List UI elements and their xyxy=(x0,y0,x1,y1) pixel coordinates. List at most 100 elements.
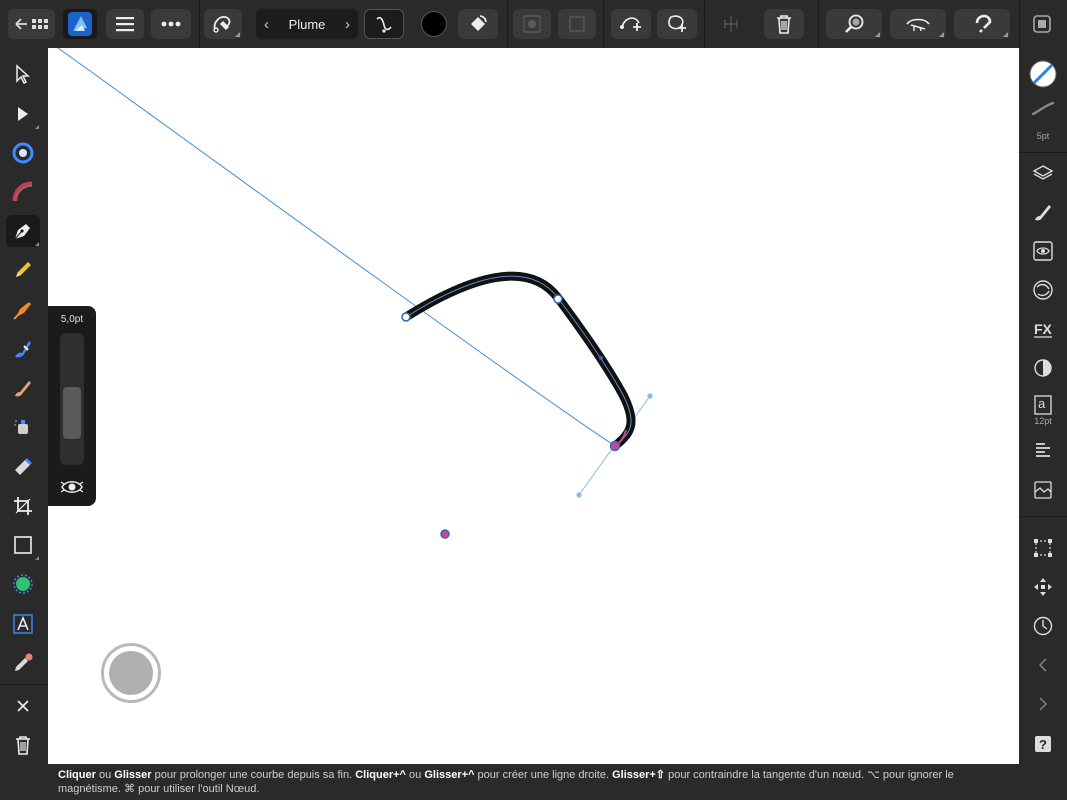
end-node[interactable] xyxy=(609,440,621,452)
start-node[interactable] xyxy=(401,312,411,322)
crop-tool[interactable] xyxy=(6,490,40,522)
pen-mode-icon xyxy=(213,16,231,33)
effects-button[interactable]: FX xyxy=(1027,314,1059,344)
curve-preview xyxy=(57,48,616,447)
view-mode-button[interactable] xyxy=(890,9,946,39)
collapse-right-button[interactable] xyxy=(1027,689,1059,719)
rectangle-tool[interactable] xyxy=(6,529,40,561)
brushes-button[interactable] xyxy=(1027,197,1059,227)
move-panel-button[interactable] xyxy=(1027,572,1059,602)
tangent-handle-end[interactable] xyxy=(647,393,653,399)
help-button[interactable]: ? xyxy=(1027,729,1059,759)
align-button[interactable] xyxy=(712,9,750,39)
stroke-width-slider[interactable] xyxy=(60,333,84,465)
corner-tool[interactable] xyxy=(6,137,40,169)
character-glyph: a xyxy=(1038,396,1046,411)
layers-button[interactable] xyxy=(1027,158,1059,188)
hint-text-4: pour créer une ligne droite. xyxy=(474,769,613,781)
hint-drag: Glisser xyxy=(114,769,152,781)
symbols-button[interactable] xyxy=(1027,275,1059,305)
fill-button[interactable] xyxy=(458,9,498,39)
share-button[interactable] xyxy=(1032,14,1052,39)
collapse-left-icon xyxy=(1039,658,1047,672)
fill-color-swatch[interactable] xyxy=(421,11,447,37)
eyedropper-tool[interactable] xyxy=(6,647,40,679)
cancel-button[interactable] xyxy=(6,690,40,722)
fill-brush-tool[interactable] xyxy=(6,333,40,365)
stroke-width-label: 5pt xyxy=(1036,131,1050,141)
stroke-width-button[interactable] xyxy=(1027,97,1059,121)
chevron-left-icon[interactable]: ‹ xyxy=(264,16,269,33)
pen-icon xyxy=(14,224,30,240)
solid-shape-button[interactable] xyxy=(513,9,551,39)
fill-icon xyxy=(471,15,487,31)
command-controller[interactable] xyxy=(101,643,161,703)
pending-node[interactable] xyxy=(440,529,450,539)
hint-click-ctrl: Cliquer+^ xyxy=(355,769,406,781)
align-icon xyxy=(724,16,738,32)
appearance-icon xyxy=(1033,241,1053,261)
pressure-toggle-icon[interactable] xyxy=(59,474,85,500)
command-controller-knob[interactable] xyxy=(109,651,153,695)
node-tool[interactable] xyxy=(6,98,40,130)
paint-brush-tool[interactable] xyxy=(6,372,40,404)
stroke-width-slider-thumb[interactable] xyxy=(63,387,81,439)
vector-brush-tool[interactable] xyxy=(6,294,40,326)
canvas-artwork[interactable] xyxy=(48,48,1019,764)
history-icon xyxy=(1033,616,1053,636)
eraser-tool[interactable] xyxy=(6,450,40,482)
pencil-tool[interactable] xyxy=(6,254,40,286)
transform-button[interactable] xyxy=(1027,533,1059,563)
corner-icon xyxy=(12,142,34,164)
sprayer-tool[interactable] xyxy=(6,411,40,443)
zoom-button[interactable] xyxy=(826,9,882,39)
close-icon xyxy=(17,700,29,712)
fill-brush-icon xyxy=(15,341,31,358)
outline-shape-button[interactable] xyxy=(558,9,596,39)
document-canvas[interactable] xyxy=(48,48,1019,764)
styles-button[interactable] xyxy=(1027,353,1059,383)
svg-text:?: ? xyxy=(1039,737,1047,752)
curve-node[interactable] xyxy=(553,294,563,304)
more-button[interactable] xyxy=(151,9,191,39)
view-mode-icon xyxy=(906,18,930,32)
delete-icon xyxy=(16,736,30,755)
paragraph-button[interactable] xyxy=(1027,436,1059,466)
shape-builder-tool[interactable] xyxy=(6,568,40,600)
delete-button[interactable] xyxy=(764,9,804,39)
back-to-gallery-button[interactable] xyxy=(8,9,55,39)
back-grid-icon xyxy=(14,18,48,30)
text-tool[interactable] xyxy=(6,608,40,640)
pen-tool[interactable] xyxy=(6,215,40,247)
curve-mode-button[interactable] xyxy=(364,9,404,39)
character-button[interactable]: a xyxy=(1027,392,1059,418)
move-tool[interactable] xyxy=(6,58,40,90)
add-node-button[interactable] xyxy=(611,9,651,39)
tool-selector[interactable]: ‹ Plume › xyxy=(256,9,358,39)
gradient-tool[interactable] xyxy=(6,176,40,208)
eyedropper-icon xyxy=(15,653,33,671)
delete-node-button[interactable] xyxy=(6,729,40,761)
transparency-icon xyxy=(569,16,585,32)
fx-icon: FX xyxy=(1034,321,1053,338)
appearance-button[interactable] xyxy=(1027,236,1059,266)
add-shape-button[interactable] xyxy=(657,9,697,39)
collapse-left-button[interactable] xyxy=(1027,650,1059,680)
add-shape-icon xyxy=(668,15,686,32)
node-icon xyxy=(18,107,28,121)
pen-mode-button[interactable] xyxy=(204,9,242,39)
tangent-handle-start[interactable] xyxy=(576,492,582,498)
snapping-button[interactable] xyxy=(954,9,1010,39)
move-icon xyxy=(1034,578,1052,596)
chevron-right-icon[interactable]: › xyxy=(345,16,350,33)
document-menu-button[interactable] xyxy=(106,9,144,39)
hint-drag-ctrl: Glisser+^ xyxy=(424,769,475,781)
gradient-icon xyxy=(12,181,33,202)
drawn-curve[interactable] xyxy=(401,271,636,451)
affinity-menu-button[interactable] xyxy=(63,9,97,39)
tools-panel xyxy=(0,48,48,800)
navigator-button[interactable] xyxy=(1027,475,1059,505)
history-button[interactable] xyxy=(1027,611,1059,641)
stroke-color-button[interactable] xyxy=(1027,59,1059,89)
paint-brush-icon xyxy=(15,381,31,397)
